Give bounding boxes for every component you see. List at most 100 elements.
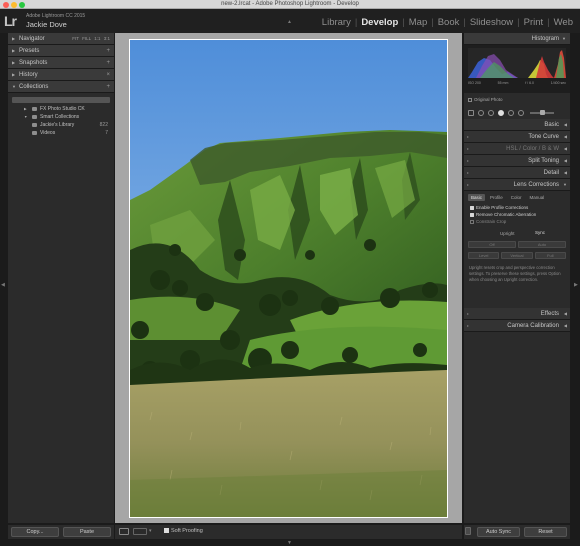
checkbox-checked-icon[interactable] (470, 205, 474, 210)
module-slideshow[interactable]: Slideshow (467, 17, 516, 28)
collection-videos[interactable]: Videos 7 (8, 129, 114, 137)
lens-tab-manual[interactable]: Manual (527, 194, 548, 201)
panel-switch-icon[interactable]: ▸ (467, 308, 469, 320)
collection-set-smart-collections[interactable]: ▼ Smart Collections (8, 113, 114, 121)
upright-vertical-button[interactable]: Vertical (501, 252, 533, 259)
soft-proofing-toggle[interactable]: Soft Proofing (164, 528, 203, 534)
before-after-view-icon[interactable] (133, 528, 147, 535)
adjustment-brush-tool-icon[interactable] (518, 110, 524, 116)
collapse-triangle-icon: ▼ (562, 36, 566, 41)
navigator-header[interactable]: ▶ Navigator FIT FILL 1:1 3:1 (8, 33, 114, 45)
basic-panel-header[interactable]: Basic ◀ (464, 119, 570, 131)
upright-off-button[interactable]: Off (468, 241, 516, 248)
upright-auto-button[interactable]: Auto (518, 241, 566, 248)
add-collection-button[interactable]: + (106, 81, 110, 93)
lens-tab-color[interactable]: Color (508, 194, 525, 201)
crop-tool-icon[interactable] (468, 110, 474, 116)
module-book[interactable]: Book (435, 17, 463, 28)
paste-button[interactable]: Paste (63, 527, 111, 537)
collection-set-fx-photo-studio[interactable]: ▶ FX Photo Studio CK (8, 105, 114, 113)
tool-slider[interactable] (530, 110, 554, 115)
checkbox-label: Constrain Crop (476, 219, 507, 224)
collapse-triangle-icon[interactable]: ▼ (24, 113, 27, 121)
panel-switch-icon[interactable]: ▸ (467, 320, 469, 332)
tone-curve-panel-header[interactable]: ▸ Tone Curve ◀ (464, 131, 570, 143)
add-preset-button[interactable]: + (106, 45, 110, 57)
camera-calibration-panel-header[interactable]: ▸ Camera Calibration ◀ (464, 320, 570, 332)
landscape-photo[interactable] (130, 40, 447, 517)
collection-set-icon (32, 107, 37, 111)
remove-chromatic-aberration-checkbox[interactable]: Remove Chromatic Aberration (464, 211, 570, 218)
add-snapshot-button[interactable]: + (106, 57, 110, 69)
lens-tab-profile[interactable]: Profile (487, 194, 506, 201)
copy-button[interactable]: Copy... (11, 527, 59, 537)
module-map[interactable]: Map (406, 17, 430, 28)
left-panel: ▶ Navigator FIT FILL 1:1 3:1 ▶ Presets + ▶… (8, 33, 114, 523)
graduated-filter-tool-icon[interactable] (498, 110, 504, 116)
panel-switch-icon[interactable]: ▸ (467, 179, 469, 191)
lens-corrections-panel-header[interactable]: ▸ Lens Corrections ▼ (464, 179, 570, 191)
reset-button[interactable]: Reset (524, 527, 567, 537)
panel-switch-icon[interactable]: ▸ (467, 155, 469, 167)
effects-panel-header[interactable]: ▸ Effects ◀ (464, 308, 570, 320)
checkbox-icon[interactable] (468, 97, 472, 102)
detail-panel-header[interactable]: ▸ Detail ◀ (464, 167, 570, 179)
original-photo-toggle[interactable]: Original Photo (468, 97, 503, 102)
presets-label: Presets (19, 48, 40, 54)
collapse-triangle-icon: ◀ (563, 122, 567, 127)
sync-switch-toggle[interactable] (465, 527, 471, 535)
bw-tab[interactable]: B & W (542, 146, 559, 152)
auto-sync-button[interactable]: Auto Sync (477, 527, 520, 537)
collapse-filmstrip-arrow-icon[interactable]: ▼ (287, 540, 292, 546)
module-print[interactable]: Print (521, 17, 547, 28)
upright-full-button[interactable]: Full (534, 252, 566, 259)
panel-switch-icon[interactable]: ▸ (467, 167, 469, 179)
histogram-header[interactable]: Histogram ▼ (464, 33, 570, 45)
collapse-right-panel-icon[interactable]: ▶ (574, 282, 578, 288)
split-toning-panel-header[interactable]: ▸ Split Toning ◀ (464, 155, 570, 167)
spot-removal-tool-icon[interactable] (478, 110, 484, 116)
collections-filter-bar[interactable] (12, 97, 110, 103)
lens-corrections-panel: Basic Profile Color Manual Enable Profil… (464, 191, 570, 293)
hsl-tab[interactable]: HSL (506, 146, 517, 152)
color-tab[interactable]: Color (523, 146, 537, 152)
module-develop[interactable]: Develop (358, 17, 401, 28)
checkbox-icon[interactable] (164, 528, 169, 533)
collapse-left-panel-icon[interactable]: ◀ (1, 282, 5, 288)
checkbox-checked-icon[interactable] (470, 212, 474, 217)
histogram[interactable]: ISO 200 55 mm f / 6.0 1/400 sec Original… (464, 45, 570, 102)
snapshots-header[interactable]: ▶ Snapshots + (8, 57, 114, 69)
constrain-crop-checkbox[interactable]: Constrain Crop (464, 218, 570, 225)
lens-tab-basic[interactable]: Basic (468, 194, 486, 201)
hsl-panel-header[interactable]: ▸ HSL / Color / B & W ◀ (464, 143, 570, 155)
module-web[interactable]: Web (551, 17, 576, 28)
upright-level-button[interactable]: Level (468, 252, 500, 259)
navigator-zoom-options[interactable]: FIT FILL 1:1 3:1 (72, 33, 110, 45)
collections-header[interactable]: ▼ Collections + (8, 81, 114, 93)
presets-header[interactable]: ▶ Presets + (8, 45, 114, 57)
dropdown-arrow-icon[interactable]: ▾ (149, 528, 152, 534)
red-eye-tool-icon[interactable] (488, 110, 494, 116)
panel-switch-icon[interactable]: ▸ (467, 131, 469, 143)
expand-triangle-icon[interactable]: ▶ (24, 105, 27, 113)
loupe-view-icon[interactable] (119, 528, 129, 535)
upright-sync-button[interactable]: Sync (532, 230, 548, 235)
history-header[interactable]: ▶ History × (8, 69, 114, 81)
checkbox-unchecked-icon[interactable] (470, 219, 474, 224)
module-library[interactable]: Library (319, 17, 354, 28)
smart-collection-icon (32, 115, 37, 119)
expand-triangle-icon: ▼ (563, 182, 567, 187)
radial-filter-tool-icon[interactable] (508, 110, 514, 116)
image-canvas[interactable] (115, 33, 462, 523)
exif-readout: ISO 200 55 mm f / 6.0 1/400 sec (468, 81, 566, 85)
aperture-value: f / 6.0 (525, 81, 534, 85)
collection-jackies-library[interactable]: Jackie's Library 822 (8, 121, 114, 129)
lens-corrections-label: Lens Corrections (513, 182, 559, 188)
soft-proofing-label: Soft Proofing (171, 528, 203, 534)
collapse-top-arrow-icon[interactable]: ▲ (287, 19, 292, 25)
clear-history-button[interactable]: × (106, 69, 110, 81)
expand-triangle-icon: ▶ (12, 36, 16, 41)
collection-label: Jackie's Library (40, 122, 75, 128)
panel-switch-icon[interactable]: ▸ (467, 143, 469, 155)
enable-profile-corrections-checkbox[interactable]: Enable Profile Corrections (464, 204, 570, 211)
